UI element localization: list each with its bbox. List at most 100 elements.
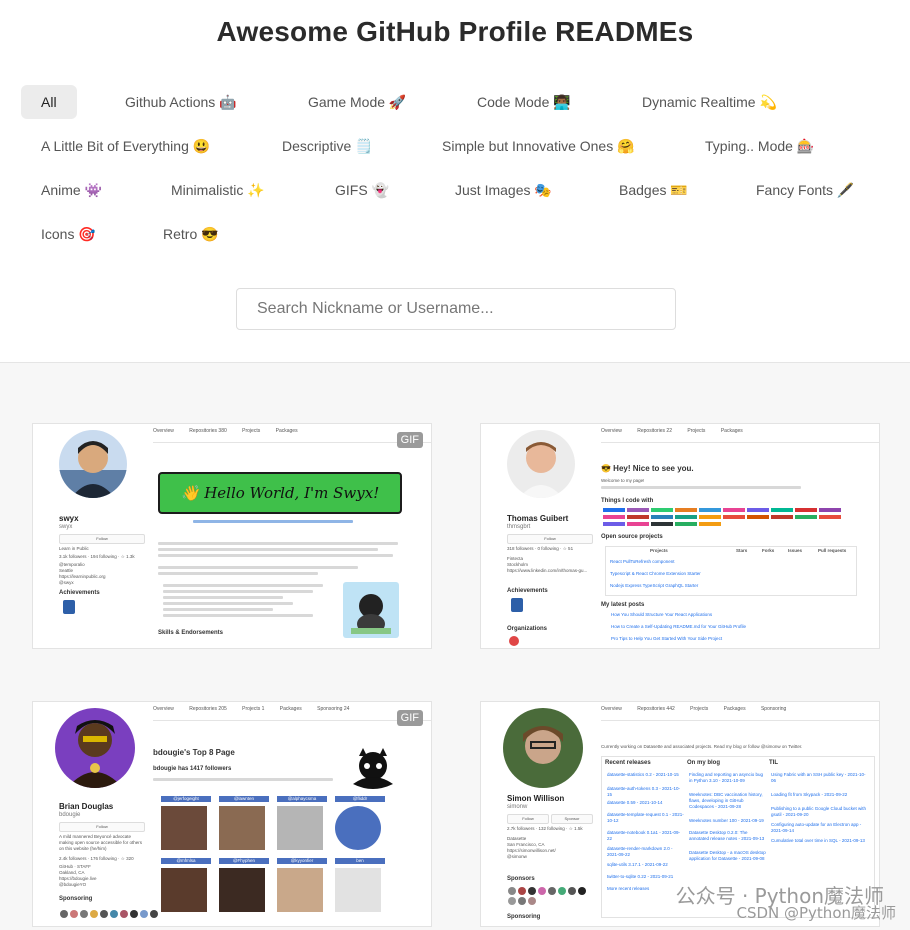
list-item[interactable]: sqlite-utils 3.17.1 - 2021-09-22: [607, 862, 685, 868]
tab-projects: Projects: [242, 428, 261, 434]
octocat-image: [343, 582, 399, 638]
friend-name[interactable]: @fliddr: [335, 796, 385, 802]
list-item[interactable]: Loading fit from Skypack - 2021-09-22: [771, 792, 867, 798]
table-row[interactable]: React PullToRefresh component: [610, 559, 675, 565]
list-item[interactable]: Weeknotes: DBC vaccination history, flaw…: [689, 792, 767, 810]
tab-repositories: Repositories 442: [637, 706, 675, 712]
tab-projects: Projects 1: [242, 706, 265, 712]
tab-sponsoring: Sponsoring 24: [317, 706, 350, 712]
list-item[interactable]: datasette-notebook 0.1a1 - 2021-09-22: [607, 830, 685, 842]
profile-name: Brian Douglas: [59, 802, 114, 811]
follow-button[interactable]: Follow: [59, 822, 145, 832]
list-item[interactable]: Publishing to a public Google Cloud buck…: [771, 806, 867, 818]
profile-name: Thomas Guibert: [507, 514, 569, 523]
list-item[interactable]: datasette-auth-tokens 0.3 - 2021-10-15: [607, 786, 685, 798]
list-item[interactable]: Using Fabric with an SSH public key - 20…: [771, 772, 867, 784]
more-releases-link[interactable]: More recent releases: [607, 886, 685, 892]
list-item[interactable]: Pro Tips to Help You Get Started With Yo…: [611, 636, 722, 642]
list-item[interactable]: datasette-statistics 0.2 - 2021-10-15: [607, 772, 685, 778]
sponsoring-heading: Sponsoring: [507, 914, 541, 920]
category-code-mode[interactable]: Code Mode 👨🏾‍💻: [457, 85, 591, 119]
category-all[interactable]: All: [21, 85, 77, 119]
tab-projects: Projects: [690, 706, 709, 712]
profile-username: swyx: [59, 524, 73, 530]
profile-username: simonw: [507, 804, 528, 810]
table-header-pull-requests: Pull requests: [818, 548, 847, 553]
follow-button[interactable]: Follow: [507, 814, 549, 824]
readme-intro: Currently working on Datasette and assoc…: [601, 744, 803, 749]
list-item[interactable]: Finding and reporting an asyncio bug in …: [689, 772, 767, 784]
organization-avatar: [509, 636, 519, 646]
page-title: Awesome GitHub Profile READMEs: [216, 16, 694, 47]
tab-overview: Overview: [601, 706, 622, 712]
achievements-heading: Achievements: [59, 590, 100, 596]
avatar: [59, 430, 127, 498]
profile-website: https://www.linkedin.com/in/thomas-gu...: [507, 568, 588, 573]
tab-projects: Projects: [687, 428, 706, 434]
table-header-stars: Stars: [736, 548, 748, 553]
profile-bio: A mild mannered Beyoncé advocate making …: [59, 834, 143, 851]
tab-overview: Overview: [601, 428, 622, 434]
open-source-heading: Open source projects: [601, 534, 663, 540]
table-row[interactable]: Nodejs Express TypeScript GraphQL Starte…: [610, 583, 698, 589]
category-simple-but-innovative[interactable]: Simple but Innovative Ones 🤗: [422, 129, 655, 163]
category-minimalistic[interactable]: Minimalistic ✨: [151, 173, 285, 207]
tech-badges: [603, 508, 853, 526]
friend-name[interactable]: ben: [335, 858, 385, 864]
top-8-heading: bdougie's Top 8 Page: [153, 748, 235, 757]
github-tabs: Overview Repositories 442 Projects Packa…: [601, 706, 879, 721]
category-descriptive[interactable]: Descriptive 🗒️: [262, 129, 393, 163]
category-retro[interactable]: Retro 😎: [143, 217, 239, 251]
list-item[interactable]: datasette-render-markdown 2.0 - 2021-09-…: [607, 846, 685, 858]
profile-card-swyx[interactable]: Overview Repositories 380 Projects Packa…: [32, 423, 432, 649]
friend-name[interactable]: @jerfogeight: [161, 796, 211, 802]
sponsor-avatars: [507, 886, 597, 906]
list-item[interactable]: Weeknotes number 100 - 2021-09-19: [689, 818, 767, 824]
friend-name[interactable]: @alphaycsma: [277, 796, 327, 802]
profile-card-brian-douglas[interactable]: Overview Repositories 205 Projects 1 Pac…: [32, 701, 432, 927]
search-input[interactable]: [236, 288, 676, 330]
friend-name[interactable]: @Fhyphen: [219, 858, 269, 864]
profile-name: swyx: [59, 514, 79, 523]
category-badges[interactable]: Badges 🎫: [599, 173, 708, 207]
profile-stats: 2.4k followers · 176 following · ☆ 320: [59, 856, 134, 861]
category-dynamic-realtime[interactable]: Dynamic Realtime 💫: [622, 85, 797, 119]
category-a-little-bit-of-everything[interactable]: A Little Bit of Everything 😃: [21, 129, 230, 163]
tab-packages: Packages: [279, 706, 302, 712]
list-item[interactable]: Cumulative total over time in SQL - 2021…: [771, 838, 867, 844]
friend-name[interactable]: @kyyonfier: [277, 858, 327, 864]
category-github-actions[interactable]: Github Actions 🤖: [105, 85, 257, 119]
list-item[interactable]: Datasette Desktop - a macOS desktop appl…: [689, 850, 767, 862]
list-item[interactable]: How to Create a Self-Updating README.md …: [611, 624, 746, 630]
category-game-mode[interactable]: Game Mode 🚀: [288, 85, 426, 119]
avatar: [55, 708, 135, 788]
category-gifs[interactable]: GIFS 👻: [315, 173, 409, 207]
category-just-images[interactable]: Just Images 🎭: [435, 173, 572, 207]
table-row[interactable]: Typescript & React Chrome Extension Star…: [610, 571, 701, 577]
table-header-projects: Projects: [650, 548, 668, 553]
category-icons[interactable]: Icons 🎯: [21, 217, 116, 251]
list-item[interactable]: datasette 0.59 - 2021-10-14: [607, 800, 685, 806]
tab-packages: Packages: [723, 706, 746, 712]
list-item[interactable]: Datasette Desktop 0.2.0: The annotated r…: [689, 830, 767, 842]
list-item[interactable]: twitter-to-sqlite 0.22 - 2021-09-21: [607, 874, 685, 880]
friend-name[interactable]: @mfmlsa: [161, 858, 211, 864]
profile-gallery: Overview Repositories 380 Projects Packa…: [0, 363, 910, 930]
sponsor-button[interactable]: Sponsor: [551, 814, 593, 824]
table-header-forks: Forks: [762, 548, 775, 553]
friend-avatar: [219, 806, 265, 850]
list-item[interactable]: Configuring auto-update for an Electron …: [771, 822, 867, 834]
list-item[interactable]: datasette-template-request 0.1 - 2021-10…: [607, 812, 685, 824]
category-anime[interactable]: Anime 👾: [21, 173, 122, 207]
follow-button[interactable]: Follow: [507, 534, 593, 544]
list-item[interactable]: How You Should Structure Your React Appl…: [611, 612, 712, 618]
friend-name[interactable]: @lawnten: [219, 796, 269, 802]
readme-intro: Welcome to my page!: [601, 478, 645, 483]
category-typing-mode[interactable]: Typing.. Mode 🎰: [685, 129, 834, 163]
profile-card-thomas-guibert[interactable]: Overview Repositories 22 Projects Packag…: [480, 423, 880, 649]
follow-button[interactable]: Follow: [59, 534, 145, 544]
category-fancy-fonts[interactable]: Fancy Fonts 🖋️: [736, 173, 874, 207]
gif-badge: GIF: [396, 432, 423, 448]
github-tabs: Overview Repositories 22 Projects Packag…: [601, 428, 879, 443]
profile-stats: 318 followers · 0 following · ☆ 51: [507, 546, 574, 551]
